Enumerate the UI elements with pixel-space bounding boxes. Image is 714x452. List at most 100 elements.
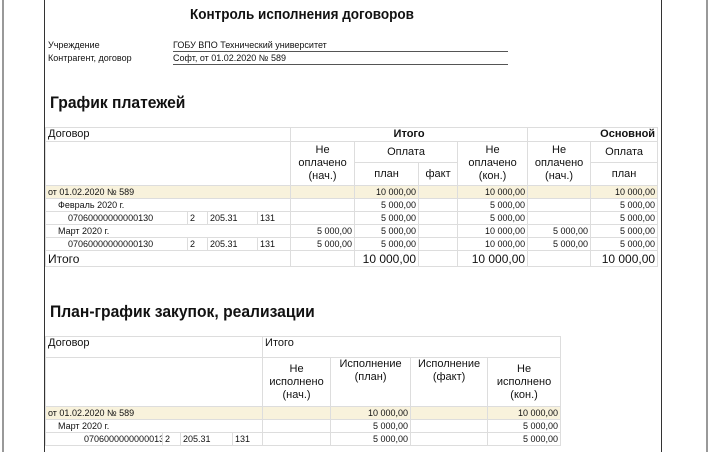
counterparty-value: Софт, от 01.02.2020 № 589	[173, 53, 508, 65]
total-plan: 10 000,00	[354, 250, 420, 267]
table-row[interactable]: 07060000000000130 2 205.31 131 5 000,00 5 000…	[45, 211, 659, 225]
cell-fact	[418, 211, 459, 225]
col-not-done-end: Не исполнено (кон.)	[487, 357, 562, 407]
cell-n1: 5 000,00	[487, 432, 562, 446]
row-label: от 01.02.2020 № 589	[44, 406, 264, 420]
cell-m-plan: 10 000,00	[590, 185, 659, 199]
group-main: Основной	[527, 127, 659, 142]
col-main-unpaid-start: Не оплачено (нач.)	[527, 141, 592, 186]
cell-u0: 5 000,00	[290, 224, 356, 238]
counterparty-label: Контрагент, договор	[48, 53, 132, 63]
row-d: 131	[256, 211, 292, 225]
row-a: 2	[187, 237, 208, 251]
report-title: Контроль исполнения договоров	[190, 6, 414, 23]
cell-plan: 10 000,00	[354, 185, 420, 199]
institution-label: Учреждение	[48, 40, 100, 50]
cell-m-u0	[527, 198, 592, 212]
total-main-plan: 10 000,00	[590, 250, 659, 267]
cell-u1: 10 000,00	[457, 224, 529, 238]
cell-u1: 10 000,00	[457, 185, 529, 199]
row-b: 205.31	[207, 237, 258, 251]
cell-m-plan: 5 000,00	[590, 211, 659, 225]
total-label: Итого	[44, 250, 292, 267]
row-code: 07060000000000130	[45, 432, 163, 446]
table-row[interactable]: 07060000000000130 2 205.31 131 5 000,00 5 000…	[45, 237, 659, 251]
payments-table: Договор Итого Основной Не оплачено (нач.) О…	[44, 127, 659, 267]
cell-fact	[418, 198, 459, 212]
col-exec-fact: Исполнение (факт)	[410, 357, 489, 407]
row-code: 07060000000000130	[45, 211, 188, 225]
row-a: 2	[162, 432, 181, 446]
cell-n0	[262, 406, 332, 420]
cell-fact	[418, 185, 459, 199]
purchases-heading: План-график закупок, реализации	[50, 302, 315, 321]
cell-u1: 10 000,00	[457, 237, 529, 251]
cell-u0	[290, 198, 356, 212]
row-a: 2	[187, 211, 208, 225]
col-fact: факт	[418, 162, 459, 186]
cell-m-u0: 5 000,00	[527, 237, 592, 251]
cell-m-u0: 5 000,00	[527, 224, 592, 238]
col-plan: план	[354, 162, 420, 186]
page-border-right	[661, 0, 662, 452]
cell-fact	[418, 224, 459, 238]
col-not-done-start: Не исполнено (нач.)	[262, 357, 332, 407]
row-code: 07060000000000130	[45, 237, 188, 251]
cell-u1: 5 000,00	[457, 211, 529, 225]
col-unpaid-start: Не оплачено (нач.)	[290, 141, 356, 186]
col-exec-plan: Исполнение (план)	[330, 357, 412, 407]
col-unpaid-end: Не оплачено (кон.)	[457, 141, 529, 186]
cell-fact	[410, 419, 489, 433]
cell-u1: 5 000,00	[457, 198, 529, 212]
cell-plan: 5 000,00	[330, 432, 412, 446]
cell-m-plan: 5 000,00	[590, 237, 659, 251]
table-row[interactable]: Февраль 2020 г. 5 000,00 5 000,00 5 000,00	[44, 198, 659, 212]
row-label: Февраль 2020 г.	[44, 198, 292, 212]
cell-plan: 5 000,00	[330, 419, 412, 433]
purchases-table: Договор Итого Не исполнено (нач.) Исполнен…	[44, 336, 562, 446]
col-main-payment: Оплата	[590, 141, 659, 163]
table-row[interactable]: 07060000000000130 2 205.31 131 5 000,00 5 000…	[45, 432, 562, 446]
cell-fact	[410, 406, 489, 420]
row-label: Март 2020 г.	[44, 419, 264, 433]
total-unpaid-end: 10 000,00	[457, 250, 529, 267]
table-row[interactable]: от 01.02.2020 № 589 10 000,00 10 000,00	[44, 406, 562, 420]
cell-fact	[410, 432, 489, 446]
col-payment: Оплата	[354, 141, 459, 163]
cell-fact	[418, 237, 459, 251]
payments-heading: График платежей	[50, 93, 186, 112]
cell-m-u0	[527, 211, 592, 225]
row-d: 131	[231, 432, 264, 446]
col-contract: Договор	[44, 127, 292, 142]
cell-plan: 5 000,00	[354, 237, 420, 251]
col-contract: Договор	[44, 336, 264, 358]
cell-plan: 10 000,00	[330, 406, 412, 420]
window-border-right	[706, 0, 708, 452]
cell-m-plan: 5 000,00	[590, 198, 659, 212]
cell-m-plan: 5 000,00	[590, 224, 659, 238]
row-b: 205.31	[207, 211, 258, 225]
cell-n1: 5 000,00	[487, 419, 562, 433]
row-d: 131	[256, 237, 292, 251]
cell-n1: 10 000,00	[487, 406, 562, 420]
row-b: 205.31	[180, 432, 233, 446]
cell-n0	[262, 419, 332, 433]
row-label: Март 2020 г.	[44, 224, 292, 238]
group-total: Итого	[262, 336, 562, 358]
table-row[interactable]: от 01.02.2020 № 589 10 000,00 10 000,00 10 …	[44, 185, 659, 199]
cell-u0	[290, 211, 356, 225]
group-total: Итого	[290, 127, 529, 142]
row-label: от 01.02.2020 № 589	[44, 185, 292, 199]
cell-u0: 5 000,00	[290, 237, 356, 251]
cell-n0	[262, 432, 332, 446]
cell-m-u0	[527, 185, 592, 199]
cell-plan: 5 000,00	[354, 198, 420, 212]
window-border-left	[2, 0, 4, 452]
cell-plan: 5 000,00	[354, 211, 420, 225]
table-row[interactable]: Март 2020 г. 5 000,00 5 000,00 10 000,00 5 0…	[44, 224, 659, 238]
cell-plan: 5 000,00	[354, 224, 420, 238]
col-main-plan: план	[590, 162, 659, 186]
cell-u0	[290, 185, 356, 199]
table-row[interactable]: Март 2020 г. 5 000,00 5 000,00	[44, 419, 562, 433]
institution-value: ГОБУ ВПО Технический университет	[173, 40, 508, 52]
